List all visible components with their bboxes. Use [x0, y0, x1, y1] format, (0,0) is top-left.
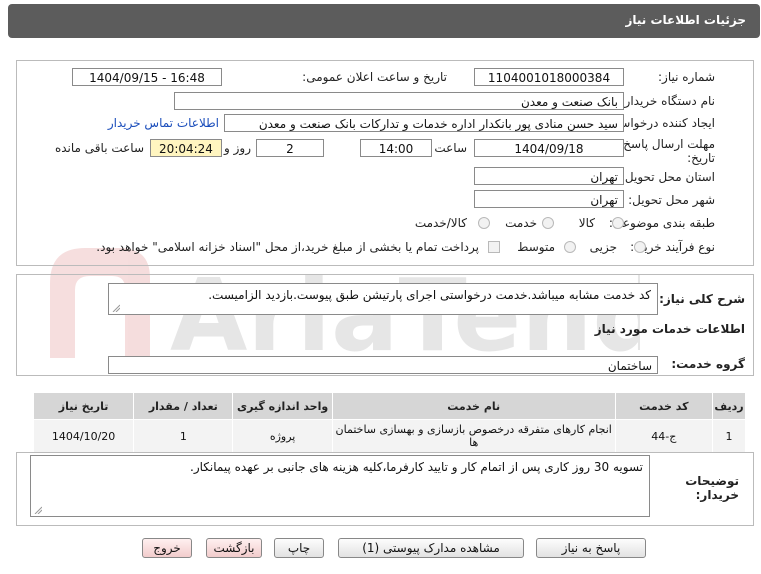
- city-field[interactable]: تهران: [474, 190, 624, 208]
- buyer-notes-label-2: خریدار:: [695, 488, 739, 502]
- resize-grip-icon[interactable]: [34, 506, 42, 514]
- deadline-date-field[interactable]: 1404/09/18: [474, 139, 624, 157]
- need-number-field[interactable]: 1104001018000384: [474, 68, 624, 86]
- buyer-org-label: نام دستگاه خریدار:: [620, 94, 716, 108]
- need-number-label: شماره نیاز:: [658, 70, 715, 84]
- category-option-service: خدمت: [505, 216, 537, 230]
- announce-date-label: تاریخ و ساعت اعلان عمومی:: [302, 70, 447, 84]
- reply-button[interactable]: پاسخ به نیاز: [536, 538, 646, 558]
- table-row: 1 ج-44 انجام کارهای متفرقه درخصوص بازساز…: [32, 419, 746, 453]
- description-value: کد خدمت مشابه میباشد.خدمت درخواستی اجرای…: [208, 288, 651, 302]
- buyer-notes-label: توضیحات: [685, 474, 739, 488]
- table-cell: 1: [133, 419, 234, 453]
- deadline-time-label: ساعت: [434, 141, 467, 155]
- payment-checkbox[interactable]: [488, 241, 500, 253]
- city-label: شهر محل تحویل:: [628, 193, 715, 207]
- service-group-label: گروه خدمت:: [671, 357, 745, 371]
- description-label: شرح کلی نیاز:: [659, 292, 745, 306]
- days-label: روز و: [224, 141, 251, 155]
- remaining-time-label: ساعت باقی مانده: [54, 141, 144, 155]
- column-header: تاریخ نیاز: [32, 392, 135, 420]
- remaining-days-field[interactable]: 2: [256, 139, 324, 157]
- services-section-title: اطلاعات خدمات مورد نیاز: [594, 322, 745, 336]
- announce-date-field[interactable]: 1404/09/15 - 16:48: [72, 68, 222, 86]
- column-header: ردیف: [712, 392, 746, 420]
- column-header: کد خدمت: [614, 392, 714, 420]
- services-table: ردیف کد خدمت نام خدمت واحد اندازه گیری ت…: [32, 392, 746, 453]
- column-header: تعداد / مقدار: [133, 392, 234, 420]
- process-option-medium: متوسط: [517, 240, 555, 254]
- remaining-time-field: 20:04:24: [150, 139, 222, 157]
- table-cell: 1: [712, 419, 746, 453]
- buyer-contact-link[interactable]: اطلاعات تماس خریدار: [108, 116, 219, 130]
- deadline-time-field[interactable]: 14:00: [360, 139, 432, 157]
- view-attachments-button[interactable]: مشاهده مدارک پیوستی (1): [338, 538, 524, 558]
- info-panel: [16, 60, 754, 266]
- exit-button[interactable]: خروج: [142, 538, 192, 558]
- payment-note: پرداخت تمام یا بخشی از مبلغ خرید،از محل …: [96, 240, 479, 254]
- province-field[interactable]: تهران: [474, 167, 624, 185]
- process-option-minor: جزیی: [589, 240, 617, 254]
- column-header: واحد اندازه گیری: [232, 392, 333, 420]
- table-cell: پروژه: [232, 419, 333, 453]
- category-label: طبقه بندی موضوعی:: [608, 216, 715, 230]
- category-radio-goods-service[interactable]: [478, 217, 490, 229]
- description-text[interactable]: کد خدمت مشابه میباشد.خدمت درخواستی اجرای…: [108, 283, 658, 315]
- table-cell: ج-44: [614, 419, 714, 453]
- requester-field[interactable]: سید حسن منادی پور بانکدار اداره خدمات و …: [224, 114, 624, 132]
- print-button[interactable]: چاپ: [274, 538, 324, 558]
- category-option-goods: کالا: [578, 216, 595, 230]
- page-header: جزئیات اطلاعات نیاز: [8, 4, 760, 38]
- category-radio-service[interactable]: [542, 217, 554, 229]
- buyer-notes-value: تسویه 30 روز کاری پس از اتمام کار و تایی…: [190, 460, 643, 474]
- table-cell: 1404/10/20: [32, 419, 135, 453]
- category-radio-goods[interactable]: [612, 217, 624, 229]
- buyer-org-field[interactable]: بانک صنعت و معدن: [174, 92, 624, 110]
- process-radio-minor[interactable]: [634, 241, 646, 253]
- deadline-label-date: تاریخ:: [687, 151, 715, 165]
- province-label: استان محل تحویل:: [620, 170, 715, 184]
- category-option-goods-service: کالا/خدمت: [414, 216, 467, 230]
- back-button[interactable]: بازگشت: [206, 538, 262, 558]
- page-title: جزئیات اطلاعات نیاز: [625, 13, 746, 27]
- deadline-label: مهلت ارسال پاسخ: تا: [608, 137, 715, 151]
- buyer-notes-text[interactable]: تسویه 30 روز کاری پس از اتمام کار و تایی…: [30, 455, 650, 517]
- table-cell: انجام کارهای متفرقه درخصوص بازسازی و بهس…: [331, 419, 616, 453]
- process-radio-medium[interactable]: [564, 241, 576, 253]
- column-header: نام خدمت: [331, 392, 616, 420]
- table-header-row: ردیف کد خدمت نام خدمت واحد اندازه گیری ت…: [32, 392, 746, 420]
- resize-grip-icon[interactable]: [112, 304, 120, 312]
- service-group-field[interactable]: ساختمان: [108, 356, 658, 374]
